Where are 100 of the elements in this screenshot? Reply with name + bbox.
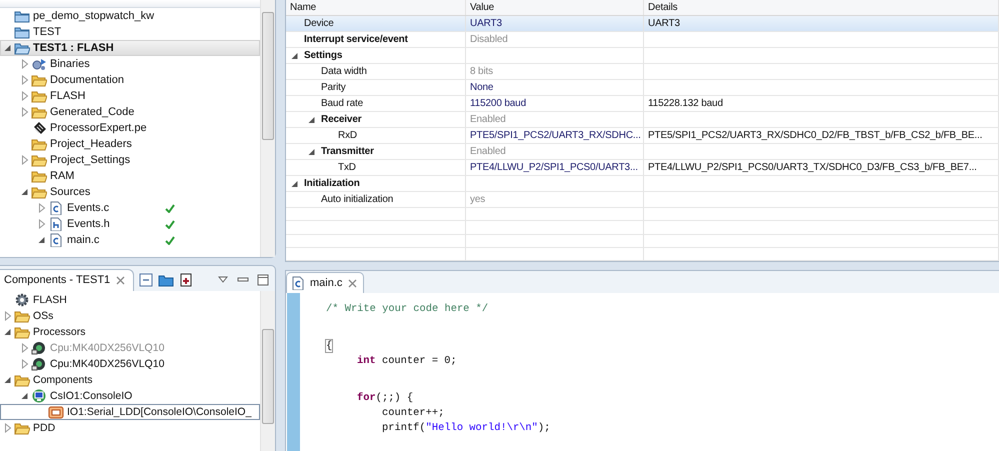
property-row[interactable]: Settings: [286, 48, 999, 64]
column-header[interactable]: Details: [644, 0, 999, 15]
tree-item[interactable]: Binaries: [0, 56, 260, 72]
tree-item[interactable]: Project_Headers: [0, 136, 260, 152]
folder-icon: [14, 325, 30, 339]
property-row[interactable]: TxD PTE4/LLWU_P2/SPI1_PCS0/UART3... PTE4/LLWU_P2/SPI1_PCS0/UART3_TX/SDHC0_D3/FB_CS3_b/FB_BE7...: [286, 160, 999, 176]
close-icon[interactable]: [116, 276, 126, 285]
collapse-arrow-icon[interactable]: [3, 43, 13, 53]
cpu-icon: [31, 341, 47, 355]
collapse-arrow-icon[interactable]: [20, 391, 30, 401]
property-row[interactable]: Parity None: [286, 80, 999, 96]
collapse-arrow-icon[interactable]: [20, 187, 30, 197]
property-row[interactable]: Auto initialization yes: [286, 192, 999, 208]
tree-item[interactable]: Project_Settings: [0, 152, 260, 168]
tree-item[interactable]: Cpu:MK40DX256VLQ10: [0, 356, 260, 372]
expand-arrow-icon[interactable]: [37, 219, 47, 229]
property-row[interactable]: Initialization: [286, 176, 999, 192]
tree-item[interactable]: OSs: [0, 308, 260, 324]
expand-arrow-icon[interactable]: [20, 107, 30, 117]
view-tab[interactable]: Components - TEST1: [0, 269, 134, 291]
tree-item[interactable]: Events.h: [0, 216, 260, 232]
code-line: for(;;) {: [356, 391, 414, 406]
property-details: PTE4/LLWU_P2/SPI1_PCS0/UART3_TX/SDHC0_D3/FB_CS3_b/FB_BE7...: [644, 160, 999, 175]
tree-item[interactable]: pe_demo_stopwatch_kw: [0, 8, 260, 24]
collapse-arrow-icon[interactable]: [3, 327, 13, 337]
code-line: int counter = 0;: [356, 354, 458, 369]
tree-item[interactable]: RAM: [0, 168, 260, 184]
property-name: TxD: [286, 160, 466, 175]
property-name: Initialization: [286, 176, 466, 191]
property-details: UART3: [644, 16, 999, 31]
property-row[interactable]: Receiver Enabled: [286, 112, 999, 128]
property-name: Data width: [286, 64, 466, 79]
property-row[interactable]: RxD PTE5/SPI1_PCS2/UART3_RX/SDHC... PTE5/SPI1_PCS2/UART3_RX/SDHC0_D2/FB_TBST_b/FB_CS2_b/FB_BE...: [286, 128, 999, 144]
maximize-icon[interactable]: [255, 272, 271, 288]
code-line: counter++;: [381, 406, 446, 421]
folder-icon: [31, 105, 47, 119]
collapse-arrow-icon[interactable]: [290, 50, 300, 60]
collapse-arrow-icon[interactable]: [3, 375, 13, 385]
tree-item[interactable]: Components: [0, 372, 260, 388]
tree-item[interactable]: TEST1 : FLASH: [0, 40, 260, 56]
expand-arrow-icon[interactable]: [3, 423, 13, 433]
collapse-arrow-icon[interactable]: [290, 178, 300, 188]
tree-item[interactable]: TEST: [0, 24, 260, 40]
tree-item[interactable]: FLASH: [0, 292, 260, 308]
expand-arrow-icon[interactable]: [20, 75, 30, 85]
tree-item[interactable]: FLASH: [0, 88, 260, 104]
property-value: 115200 baud: [466, 96, 644, 111]
collapse-arrow-icon[interactable]: [307, 114, 317, 124]
folder-icon: [31, 73, 47, 87]
scrollbar[interactable]: [260, 291, 275, 451]
monitor-icon: [31, 389, 47, 403]
property-value: 8 bits: [466, 64, 644, 79]
tree-item[interactable]: Documentation: [0, 72, 260, 88]
folder-icon: [31, 169, 47, 183]
property-name: Device: [286, 16, 466, 31]
property-row[interactable]: Data width 8 bits: [286, 64, 999, 80]
tree-item[interactable]: ProcessorExpert.pe: [0, 120, 260, 136]
folder-icon: [31, 137, 47, 151]
expand-arrow-icon[interactable]: [20, 155, 30, 165]
tree-item[interactable]: Processors: [0, 324, 260, 340]
property-name: Settings: [286, 48, 466, 63]
expand-arrow-icon[interactable]: [3, 311, 13, 321]
property-row[interactable]: Interrupt service/event Disabled: [286, 32, 999, 48]
collapse-arrow-icon[interactable]: [37, 235, 47, 245]
property-name: Baud rate: [286, 96, 466, 111]
tree-item[interactable]: main.c: [0, 232, 260, 248]
property-row[interactable]: Baud rate 115200 baud 115228.132 baud: [286, 96, 999, 112]
project-folder-icon: [14, 25, 30, 39]
property-name: Interrupt service/event: [286, 32, 466, 47]
code-line: /* Write your code here */: [326, 302, 490, 317]
property-name: Auto initialization: [286, 192, 466, 207]
tree-item[interactable]: CsIO1:ConsoleIO: [0, 388, 260, 404]
tree-item[interactable]: PDD: [0, 420, 260, 436]
property-value: Enabled: [466, 112, 644, 127]
expand-arrow-icon[interactable]: [37, 203, 47, 213]
property-details: PTE5/SPI1_PCS2/UART3_RX/SDHC0_D2/FB_TBST_b/FB_CS2_b/FB_BE...: [644, 128, 999, 143]
property-row[interactable]: Device UART3 UART3: [286, 16, 999, 32]
open-project-icon: [14, 41, 30, 55]
expand-arrow-icon[interactable]: [20, 59, 30, 69]
editor-tab[interactable]: main.c: [286, 272, 364, 293]
folder-icon: [31, 89, 47, 103]
folder-icon: [31, 185, 47, 199]
cpu-icon: [31, 357, 47, 371]
collapse-all-icon[interactable]: [138, 272, 154, 288]
tree-item[interactable]: Events.c: [0, 200, 260, 216]
property-row[interactable]: Transmitter Enabled: [286, 144, 999, 160]
column-header[interactable]: Name: [286, 0, 466, 15]
column-header[interactable]: Value: [466, 0, 644, 15]
tree-item[interactable]: Generated_Code: [0, 104, 260, 120]
expand-arrow-icon[interactable]: [20, 91, 30, 101]
close-icon[interactable]: [348, 278, 358, 288]
expand-arrow-icon[interactable]: [20, 359, 30, 369]
tree-item[interactable]: Sources: [0, 184, 260, 200]
property-name: RxD: [286, 128, 466, 143]
export-icon[interactable]: [178, 272, 194, 288]
property-name: Receiver: [286, 112, 466, 127]
scrollbar[interactable]: [260, 0, 275, 257]
tree-item[interactable]: IO1:Serial_LDD[ConsoleIO\ConsoleIO_: [0, 404, 260, 420]
collapse-arrow-icon[interactable]: [307, 146, 317, 156]
property-value: None: [466, 80, 644, 95]
